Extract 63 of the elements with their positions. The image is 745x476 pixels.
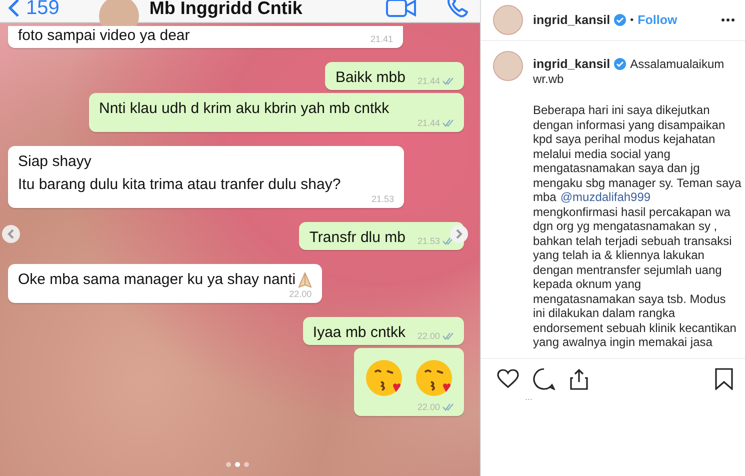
- contact-name: Mb Inggridd Cntik: [149, 0, 304, 18]
- kissing-face-icon: [414, 358, 454, 398]
- phone-icon[interactable]: [446, 0, 470, 18]
- double-check-icon: [442, 331, 454, 341]
- carousel-dot[interactable]: [226, 462, 231, 467]
- caption-text: bahkan telah terjadi sebuah transaksi: [533, 234, 733, 248]
- message-text: Oke mba sama manager ku ya shay nanti: [18, 270, 296, 289]
- carousel-dot[interactable]: [244, 462, 249, 467]
- message-time: 22.00: [417, 331, 440, 341]
- username[interactable]: ingrid_kansil: [533, 57, 610, 72]
- caption-text: dgn org yg mengatasnamakan sy ,: [533, 219, 718, 234]
- caption-text: mengkonfirmasi hasil percakapan wa: [533, 204, 732, 219]
- caption-text: mengatasnamakan saya dan jg: [533, 161, 701, 176]
- caption-text: kpd saya perihal modus kejahatan: [533, 132, 716, 146]
- double-check-icon: [442, 76, 454, 86]
- kissing-face-icon: [364, 358, 404, 398]
- comment-icon[interactable]: [533, 368, 555, 390]
- mention-link[interactable]: @muzdalifah999: [560, 190, 651, 204]
- caption-text: yang telah ia & kliennya lakukan: [533, 248, 706, 262]
- message-time: 21.44: [417, 76, 440, 86]
- caption-text: ini dilakukan dalam rangka: [533, 306, 676, 320]
- username[interactable]: ingrid_kansil: [533, 13, 610, 27]
- avatar: [493, 51, 523, 81]
- message-text: foto sampai video ya dear: [18, 26, 190, 45]
- carousel-dot[interactable]: [235, 462, 240, 467]
- video-call-icon[interactable]: [386, 0, 416, 17]
- message-time: 21.53: [371, 194, 394, 204]
- caption-text: yang awalnya ingin memakai jasa: [533, 335, 714, 350]
- caption-text: melalui media social yang: [533, 146, 672, 161]
- message-text: Itu barang dulu kita trima atau tranfer dulu shay?: [18, 175, 341, 194]
- more-text: ...: [524, 391, 534, 402]
- caption-text: wr.wb: [533, 72, 565, 86]
- message-time: 21.44: [417, 118, 440, 128]
- caption-text: mba: [533, 190, 556, 204]
- heart-icon[interactable]: [497, 369, 519, 389]
- message-text: Nnti klau udh d krim aku kbrin yah mb cntkk: [99, 99, 390, 118]
- caption-text: Beberapa hari ini saya dikejutkan: [533, 103, 711, 118]
- caption-text: mengaku sbg manager sy. Teman saya: [533, 176, 742, 190]
- message-text: Transfr dlu mb: [309, 228, 406, 247]
- double-check-icon: [442, 402, 454, 412]
- separator-dot: •: [630, 14, 634, 26]
- double-check-icon: [442, 236, 454, 246]
- caption-text: endorsement sebuah klinik kecantikan: [533, 320, 738, 335]
- message-text: Iyaa mb cntkk: [312, 323, 406, 342]
- caption-text: mengatasnamakan saya tsb. Modus: [533, 292, 727, 306]
- avatar: [493, 5, 523, 35]
- message-time: 21.53: [417, 236, 440, 246]
- message-text: Siap shayy: [18, 152, 92, 171]
- verified-badge-icon: [614, 58, 626, 70]
- message-time: 22.00: [417, 402, 440, 412]
- double-check-icon: [442, 118, 454, 128]
- message-time: 22.00: [289, 289, 312, 299]
- message-text: Baikk mbb: [335, 68, 406, 87]
- share-icon[interactable]: [569, 368, 589, 390]
- caption-text: kepada oknum yang: [533, 277, 642, 292]
- more-options-icon[interactable]: [721, 18, 735, 22]
- back-chevron-icon[interactable]: [8, 0, 20, 18]
- caption-text: Assalamualaikum: [630, 57, 724, 72]
- message-time: 21.41: [370, 34, 393, 44]
- caption-text: dengan informasi yang disampaikan: [533, 118, 726, 132]
- verified-badge-icon: [614, 14, 626, 26]
- bookmark-icon[interactable]: [715, 368, 733, 390]
- caption-text: dengan mentransfer sejumlah uang: [533, 262, 723, 277]
